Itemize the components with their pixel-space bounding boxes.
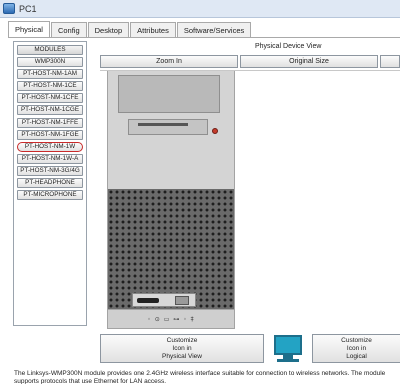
empty-drive-bay	[118, 75, 220, 113]
physical-view-title: Physical Device View	[255, 43, 322, 50]
tab-software-services[interactable]: Software/Services	[176, 22, 252, 37]
physical-device-view: ◦ ⊙ ▭ ⊶ ◦ ‡	[100, 70, 400, 329]
tab-desktop[interactable]: Desktop	[87, 22, 130, 37]
tab-config[interactable]: Config	[50, 22, 87, 37]
title-bar: PC1	[0, 0, 400, 18]
customize-logical-label: Customize Icon in Logical	[341, 337, 372, 360]
original-size-button[interactable]: Original Size	[240, 55, 378, 68]
monitor-icon	[272, 335, 304, 363]
modules-header-button[interactable]: MODULES	[17, 45, 83, 55]
floppy-slot	[138, 123, 188, 126]
customize-physical-icon-button[interactable]: Customize Icon in Physical View	[100, 334, 264, 363]
module-wmp300n[interactable]: WMP300N	[17, 57, 83, 68]
wireless-module-icon	[137, 298, 159, 303]
zoom-out-button[interactable]	[380, 55, 400, 68]
zoom-toolbar: Zoom In Original Size	[100, 55, 400, 68]
module-pt-host-nm-1am[interactable]: PT-HOST-NM-1AM	[17, 69, 83, 80]
tab-bar: Physical Config Desktop Attributes Softw…	[8, 21, 252, 37]
module-description: The Linksys-WMP300N module provides one …	[14, 370, 386, 384]
pc-grille	[107, 189, 235, 309]
module-pt-host-nm-1cfe[interactable]: PT-HOST-NM-1CFE	[17, 93, 83, 104]
customize-physical-label: Customize Icon in Physical View	[162, 337, 202, 360]
customize-logical-icon-button[interactable]: Customize Icon in Logical	[312, 334, 400, 363]
tab-physical[interactable]: Physical	[8, 21, 50, 37]
module-pt-headphone[interactable]: PT-HEADPHONE	[17, 178, 83, 189]
tab-attributes[interactable]: Attributes	[130, 22, 176, 37]
pc-tower-image: ◦ ⊙ ▭ ⊶ ◦ ‡	[107, 71, 235, 329]
module-pt-host-nm-1ffe[interactable]: PT-HOST-NM-1FFE	[17, 117, 83, 128]
pc-front-panel	[107, 71, 235, 189]
zoom-in-button[interactable]: Zoom In	[100, 55, 238, 68]
window-title: PC1	[19, 3, 37, 14]
modules-panel: MODULES WMP300N PT-HOST-NM-1AM PT-HOST-N…	[13, 41, 87, 326]
module-pt-host-nm-1fge[interactable]: PT-HOST-NM-1FGE	[17, 129, 83, 140]
monitor-screen	[274, 335, 302, 355]
rear-ports-strip: ◦ ⊙ ▭ ⊶ ◦ ‡	[107, 309, 235, 329]
tab-divider	[8, 37, 400, 38]
module-pt-host-nm-1w[interactable]: PT-HOST-NM-1W	[17, 141, 83, 152]
module-pt-microphone[interactable]: PT-MICROPHONE	[17, 190, 83, 201]
module-pt-host-nm-3g-4g[interactable]: PT-HOST-NM-3G/4G	[17, 165, 83, 176]
floppy-drive-bay	[128, 119, 208, 135]
module-pt-host-nm-1cge[interactable]: PT-HOST-NM-1CGE	[17, 105, 83, 116]
app-icon	[3, 3, 15, 14]
power-button-icon[interactable]	[212, 128, 218, 134]
module-pt-host-nm-1w-a[interactable]: PT-HOST-NM-1W-A	[17, 153, 83, 164]
module-pt-host-nm-1ce[interactable]: PT-HOST-NM-1CE	[17, 81, 83, 92]
module-slot[interactable]	[132, 293, 196, 307]
monitor-base	[277, 359, 299, 362]
ethernet-port-icon	[175, 296, 189, 305]
